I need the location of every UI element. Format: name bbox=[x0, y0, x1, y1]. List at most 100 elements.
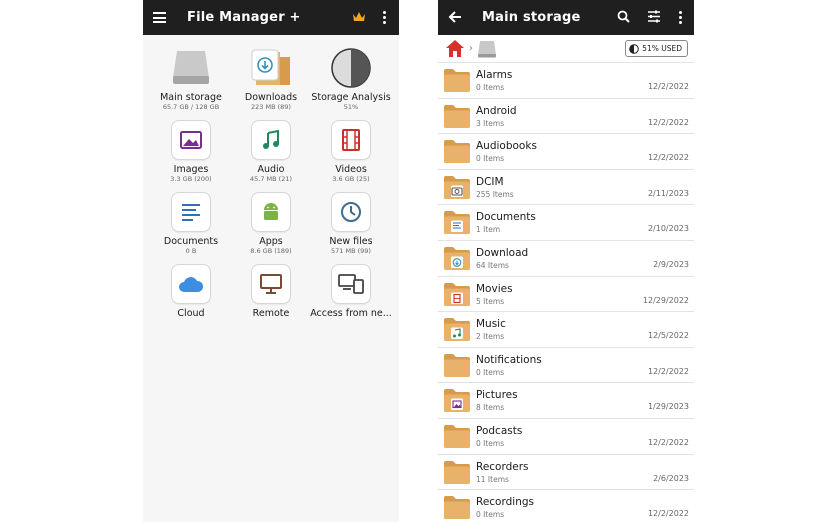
file-manager-home-screen: File Manager + Main storage 65.7 GB / 128… bbox=[143, 0, 399, 522]
folder-item-count: 64 Items bbox=[476, 260, 509, 270]
folder-icon bbox=[443, 139, 471, 164]
folder-row-recorders[interactable]: Recorders 11 Items 2/6/2023 bbox=[438, 454, 694, 491]
folder-row-recordings[interactable]: Recordings 0 Items 12/2/2022 bbox=[438, 490, 694, 522]
folder-icon bbox=[443, 104, 471, 129]
folder-icon bbox=[443, 246, 471, 271]
folder-modified-date: 12/2/2022 bbox=[647, 117, 689, 127]
folder-icon bbox=[443, 353, 471, 378]
tile-subtext: 8.6 GB (189) bbox=[250, 247, 292, 255]
folder-modified-date: 12/29/2022 bbox=[642, 295, 689, 305]
folder-row-podcasts[interactable]: Podcasts 0 Items 12/2/2022 bbox=[438, 418, 694, 455]
back-arrow-icon[interactable] bbox=[448, 10, 462, 24]
monitor-icon bbox=[260, 274, 282, 294]
tile-label: Documents bbox=[163, 236, 219, 247]
folder-item-count: 2 Items bbox=[476, 332, 505, 342]
hard-drive-icon[interactable] bbox=[477, 40, 497, 58]
hard-drive-icon bbox=[171, 50, 211, 86]
folder-row-notifications[interactable]: Notifications 0 Items 12/2/2022 bbox=[438, 347, 694, 384]
tile-subtext: 0 B bbox=[185, 247, 197, 255]
folder-modified-date: 2/6/2023 bbox=[653, 473, 689, 483]
folder-row-alarms[interactable]: Alarms 0 Items 12/2/2022 bbox=[438, 63, 694, 99]
chevron-right-icon: › bbox=[469, 43, 473, 54]
folder-modified-date: 12/2/2022 bbox=[647, 153, 689, 163]
folder-icon bbox=[443, 317, 471, 342]
folder-modified-date: 2/11/2023 bbox=[647, 188, 689, 198]
home-icon[interactable] bbox=[445, 39, 465, 58]
tile-label: Downloads bbox=[244, 92, 298, 103]
category-tile-main-storage[interactable]: Main storage 65.7 GB / 128 GB bbox=[148, 48, 234, 111]
folder-icon bbox=[443, 175, 471, 200]
category-tile-access-from-ne[interactable]: Access from ne... bbox=[308, 264, 394, 319]
tile-subtext: 571 MB (99) bbox=[331, 247, 371, 255]
category-tile-videos[interactable]: Videos 3.6 GB (25) bbox=[308, 120, 394, 183]
folder-row-pictures[interactable]: Pictures 8 Items 1/29/2023 bbox=[438, 383, 694, 419]
folder-row-download[interactable]: Download 64 Items 2/9/2023 bbox=[438, 240, 694, 277]
storage-used-badge[interactable]: 51% USED bbox=[625, 40, 688, 57]
folder-icon bbox=[443, 388, 471, 413]
app-title: File Manager + bbox=[187, 10, 301, 25]
folder-row-android[interactable]: Android 3 Items 12/2/2022 bbox=[438, 98, 694, 135]
crown-icon[interactable] bbox=[352, 11, 366, 22]
folder-modified-date: 2/9/2023 bbox=[653, 259, 689, 269]
search-icon[interactable] bbox=[617, 10, 630, 23]
tile-label: New files bbox=[329, 236, 373, 247]
folder-row-documents[interactable]: Documents 1 Item 2/10/2023 bbox=[438, 205, 694, 241]
tile-subtext: 3.3 GB (200) bbox=[170, 175, 212, 183]
folder-item-count: 8 Items bbox=[476, 403, 505, 413]
overflow-menu-icon[interactable] bbox=[383, 11, 387, 24]
folder-icon bbox=[443, 424, 471, 449]
overflow-menu-icon[interactable] bbox=[679, 11, 683, 24]
folder-name: DCIM bbox=[476, 175, 504, 188]
folder-modified-date: 12/2/2022 bbox=[647, 509, 689, 519]
folder-icon bbox=[443, 68, 471, 93]
folder-name: Pictures bbox=[476, 389, 518, 402]
tile-label: Remote bbox=[252, 308, 290, 319]
app-bar: Main storage bbox=[438, 0, 694, 35]
tile-label: Apps bbox=[259, 236, 283, 247]
filter-settings-icon[interactable] bbox=[647, 10, 661, 23]
folder-item-count: 1 Item bbox=[476, 225, 501, 235]
clock-icon bbox=[340, 201, 362, 223]
storage-used-label: 51% USED bbox=[642, 44, 682, 53]
folder-name: Download bbox=[476, 246, 529, 259]
folder-name: Movies bbox=[476, 282, 513, 295]
tile-label: Audio bbox=[257, 164, 285, 175]
hamburger-menu-icon[interactable] bbox=[153, 12, 166, 23]
category-tile-remote[interactable]: Remote bbox=[228, 264, 314, 319]
folder-item-count: 0 Items bbox=[476, 438, 505, 448]
category-tile-images[interactable]: Images 3.3 GB (200) bbox=[148, 120, 234, 183]
pie-icon bbox=[330, 47, 372, 89]
folder-icon bbox=[443, 495, 471, 520]
folder-modified-date: 2/10/2023 bbox=[647, 224, 689, 234]
document-icon bbox=[181, 203, 201, 221]
folder-row-dcim[interactable]: DCIM 255 Items 2/11/2023 bbox=[438, 169, 694, 206]
folder-row-music[interactable]: Music 2 Items 12/5/2022 bbox=[438, 312, 694, 348]
folder-modified-date: 12/2/2022 bbox=[647, 366, 689, 376]
category-tile-documents[interactable]: Documents 0 B bbox=[148, 192, 234, 255]
tile-label: Videos bbox=[335, 164, 367, 175]
tile-subtext: 65.7 GB / 128 GB bbox=[162, 103, 220, 111]
folder-item-count: 11 Items bbox=[476, 474, 509, 484]
folder-item-count: 0 Items bbox=[476, 154, 505, 164]
category-tile-downloads[interactable]: Downloads 223 MB (89) bbox=[228, 48, 314, 111]
tile-subtext: 51% bbox=[343, 103, 359, 111]
folder-modified-date: 12/5/2022 bbox=[647, 331, 689, 341]
folder-list: Alarms 0 Items 12/2/2022 Android 3 Items 12/2… bbox=[438, 63, 694, 522]
music-note-icon bbox=[262, 130, 280, 150]
category-tile-cloud[interactable]: Cloud bbox=[148, 264, 234, 319]
folder-name: Documents bbox=[476, 211, 536, 224]
folder-name: Android bbox=[476, 104, 517, 117]
folder-row-audiobooks[interactable]: Audiobooks 0 Items 12/2/2022 bbox=[438, 134, 694, 170]
folder-modified-date: 12/2/2022 bbox=[647, 82, 689, 91]
tile-label: Images bbox=[173, 164, 209, 175]
folder-row-movies[interactable]: Movies 5 Items 12/29/2022 bbox=[438, 276, 694, 313]
main-storage-screen: Main storage › 51% USED Alarms 0 Items 12/… bbox=[438, 0, 694, 522]
app-bar: File Manager + bbox=[143, 0, 399, 35]
category-tile-apps[interactable]: Apps 8.6 GB (189) bbox=[228, 192, 314, 255]
folder-name: Audiobooks bbox=[476, 140, 537, 153]
category-tile-audio[interactable]: Audio 45.7 MB (21) bbox=[228, 120, 314, 183]
breadcrumb: › 51% USED bbox=[438, 35, 694, 63]
category-tile-storage-analysis[interactable]: Storage Analysis 51% bbox=[308, 48, 394, 111]
tile-label: Main storage bbox=[160, 92, 222, 103]
category-tile-new-files[interactable]: New files 571 MB (99) bbox=[308, 192, 394, 255]
